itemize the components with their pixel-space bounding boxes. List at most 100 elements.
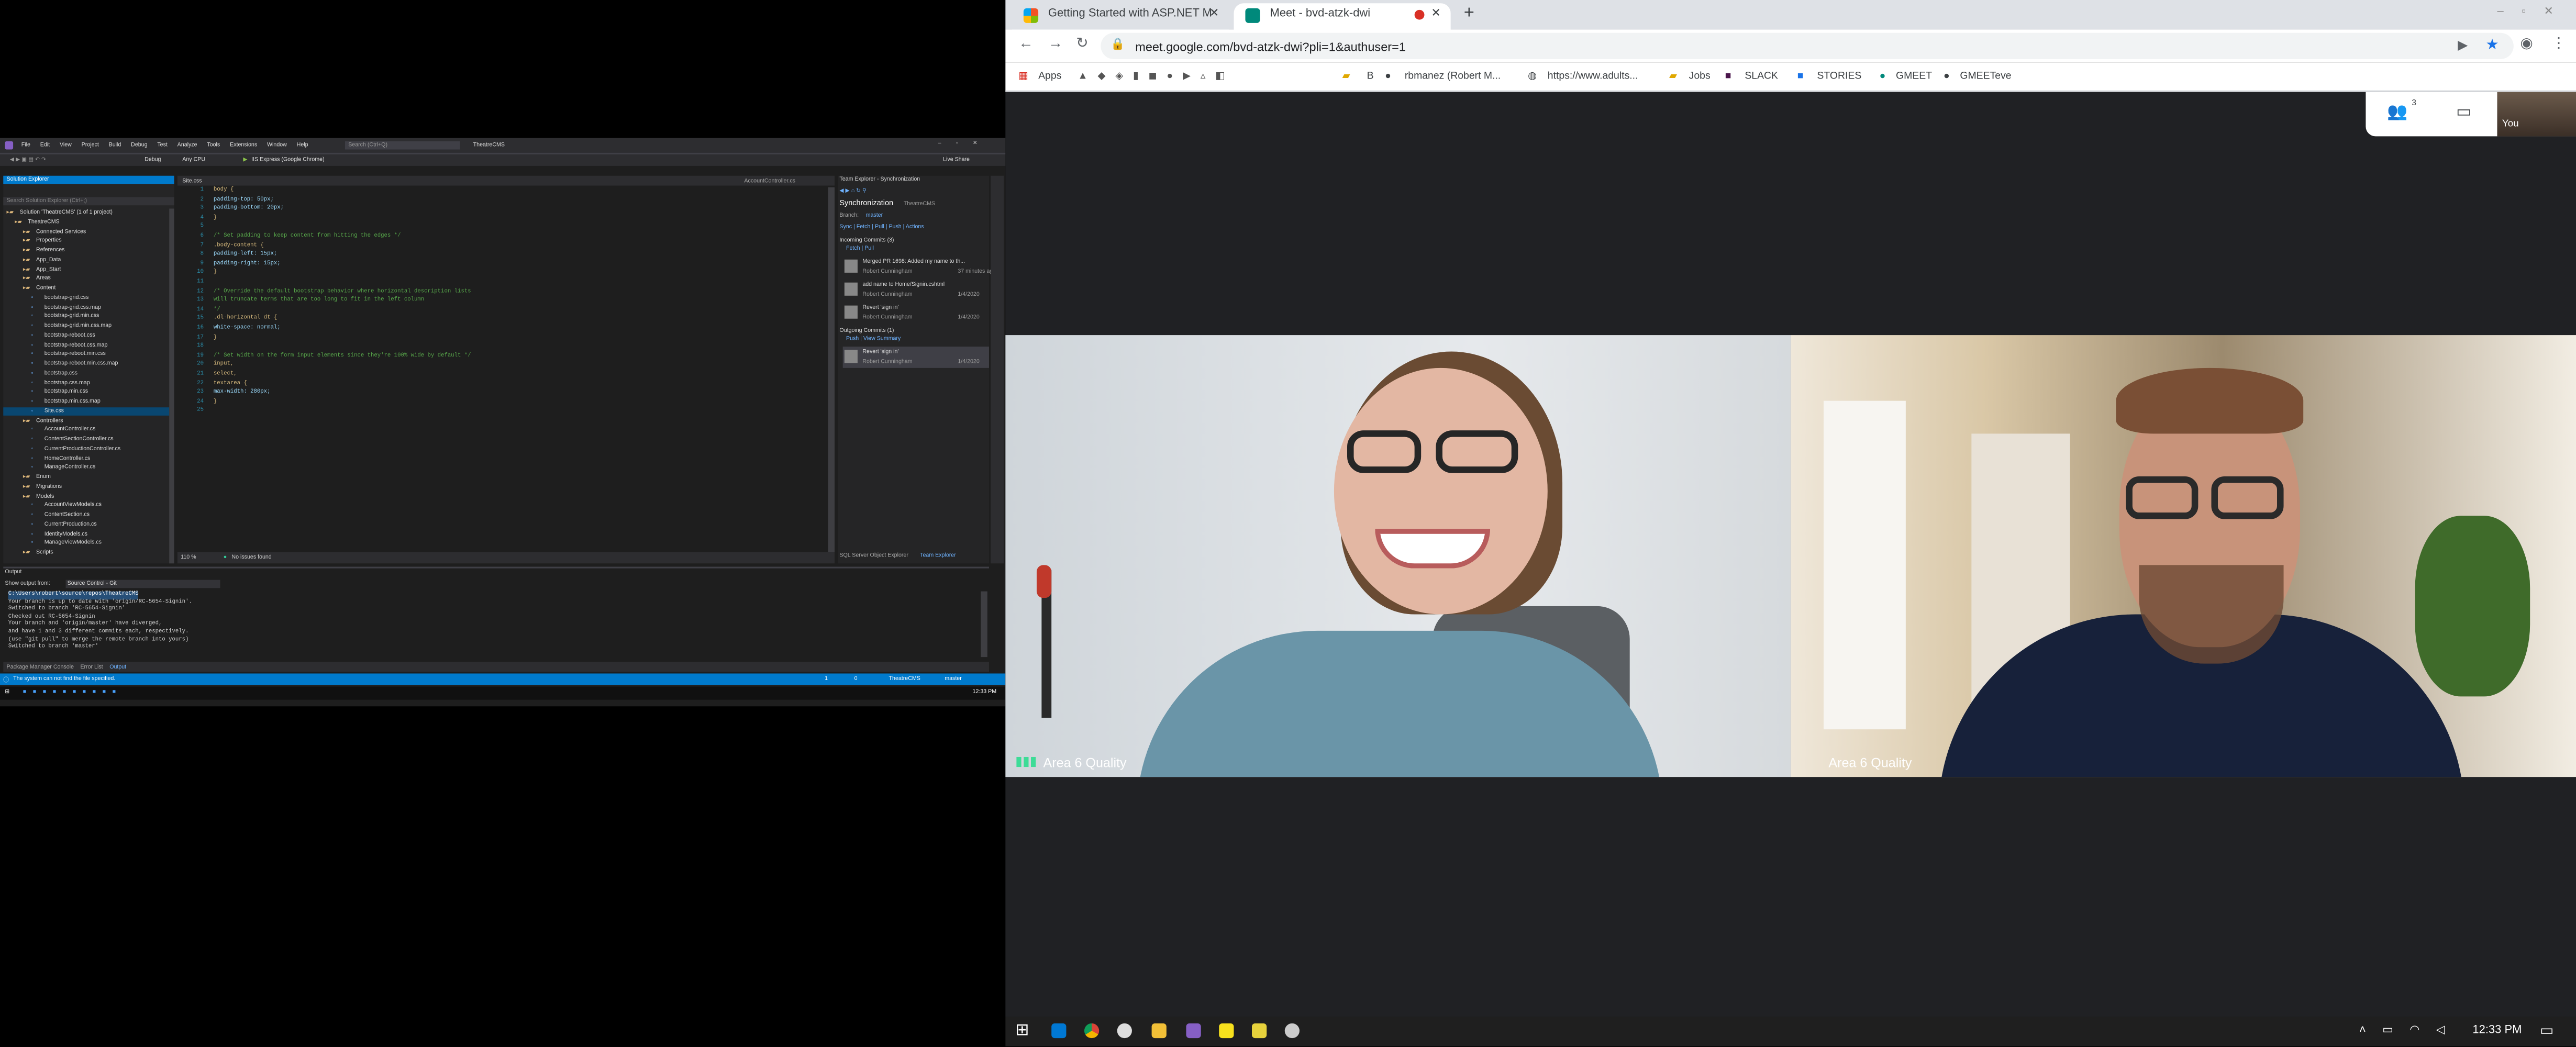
bookmark-b[interactable]: B <box>1367 69 1374 84</box>
bookmark-gmeeteve[interactable]: GMEETeve <box>1960 69 2011 84</box>
bookmark-slack[interactable]: SLACK <box>1745 69 1778 84</box>
tab-site-css[interactable]: Site.css <box>182 177 202 184</box>
back-icon[interactable]: ← <box>1018 35 1033 51</box>
tree-item[interactable]: ▫ bootstrap-reboot.min.css <box>3 350 169 360</box>
window-controls[interactable]: –▫✕ <box>938 140 992 147</box>
tree-item[interactable]: ▫ AccountController.cs <box>3 426 169 435</box>
menu-item[interactable]: Window <box>267 141 287 150</box>
push-count[interactable]: 1 <box>825 675 828 682</box>
tree-item[interactable]: ▸▰ Properties <box>3 237 169 247</box>
tree-item[interactable]: ▫ ManageViewModels.cs <box>3 539 169 549</box>
tab-aspnet[interactable]: Getting Started with ASP.NET M ✕ <box>1012 3 1229 30</box>
tree-item[interactable]: ▫ bootstrap-grid.min.css.map <box>3 322 169 331</box>
bookmark-icons-row[interactable]: ▲◆◈▮◼●▶▵◧ <box>1078 69 1235 84</box>
people-icon[interactable]: 👥 <box>2387 104 2407 122</box>
pinned-apps-icon[interactable]: ■■■■■■■■■■ <box>23 688 123 695</box>
self-view[interactable]: You <box>2497 92 2576 137</box>
tree-item[interactable]: ▫ Site.css <box>3 407 170 416</box>
visual-studio-icon[interactable] <box>1186 1023 1201 1039</box>
tree-item[interactable]: ▫ IdentityModels.cs <box>3 530 169 539</box>
tree-item[interactable]: ▫ bootstrap-reboot.css <box>3 331 169 341</box>
outgoing-commits-header[interactable]: Outgoing Commits (1) <box>839 327 894 333</box>
url-text[interactable]: meet.google.com/bvd-atzk-dwi?pli=1&authu… <box>1135 39 1406 54</box>
window-controls[interactable]: –▫✕ <box>2497 5 2571 18</box>
tree-item[interactable]: ▸▰ Enum <box>3 473 169 483</box>
commit-item[interactable]: add name to Home/Signin.cshtml Robert Cun… <box>843 279 989 300</box>
tab-team-explorer[interactable]: Team Explorer <box>920 552 956 559</box>
tree-item[interactable]: ▫ ContentSection.cs <box>3 511 169 520</box>
solution-search-input[interactable]: Search Solution Explorer (Ctrl+;) <box>3 197 174 206</box>
start-icon[interactable]: ⊞ <box>1015 1022 1029 1040</box>
start-icon[interactable]: ⊞ <box>5 688 9 695</box>
tree-item[interactable]: ▫ bootstrap-grid.min.css <box>3 313 169 322</box>
menu-item[interactable]: Edit <box>40 141 50 150</box>
forward-icon[interactable]: → <box>1048 35 1063 51</box>
notes-icon[interactable] <box>1252 1023 1267 1039</box>
tree-item[interactable]: ▫ CurrentProduction.cs <box>3 520 169 530</box>
live-share-button[interactable]: Live Share <box>943 156 970 163</box>
participant-tile-2[interactable]: Area 6 Quality <box>1791 335 2576 777</box>
tree-item[interactable]: ▫ bootstrap-reboot.min.css.map <box>3 360 169 369</box>
bookmark-star-icon[interactable]: ★ <box>2485 36 2499 54</box>
platform-dropdown[interactable]: Any CPU <box>182 156 205 163</box>
bottom-tab[interactable]: Error List <box>80 662 103 672</box>
outgoing-links[interactable]: Push | View Summary <box>846 335 901 342</box>
tree-item[interactable]: ▸▰ App_Start <box>3 265 169 275</box>
vs-search-box[interactable]: Search (Ctrl+Q) <box>345 141 460 150</box>
code-editor[interactable]: Site.css AccountController.cs 1 body {2 p… <box>177 175 835 564</box>
camera-icon[interactable]: ▶ <box>2458 38 2468 52</box>
participant-tile-1[interactable]: ▮▮▮ Area 6 Quality <box>1005 335 1791 777</box>
apps-grid-icon[interactable]: ▦ <box>1018 69 1028 84</box>
tree-item[interactable]: ▫ HomeController.cs <box>3 454 169 464</box>
output-scrollbar[interactable] <box>981 591 987 658</box>
tree-item[interactable]: ▸▰ Migrations <box>3 483 169 492</box>
bottom-tab[interactable]: Package Manager Console <box>7 662 74 672</box>
branch-link[interactable]: master <box>866 212 883 219</box>
bookmark-rbmanez[interactable]: rbmanez (Robert M... <box>1405 69 1501 84</box>
config-dropdown[interactable]: Debug <box>145 156 161 163</box>
menu-item[interactable]: Debug <box>131 141 147 150</box>
tree-item[interactable]: ▸▰ Areas <box>3 275 169 284</box>
bookmark-stories[interactable]: STORIES <box>1817 69 1861 84</box>
chat-icon[interactable]: ▭ <box>2456 104 2472 122</box>
notification-icon[interactable]: ▭ <box>2540 1022 2554 1040</box>
editor-scrollbar[interactable] <box>828 187 835 552</box>
menu-item[interactable]: Tools <box>207 141 220 150</box>
tree-item[interactable]: ▸▰ Content <box>3 284 169 294</box>
menu-item[interactable]: Test <box>157 141 168 150</box>
snipping-tool-icon[interactable] <box>1284 1023 1300 1039</box>
bookmark-apps[interactable]: Apps <box>1038 69 1061 84</box>
sync-actions[interactable]: Sync | Fetch | Pull | Push | Actions <box>839 224 924 230</box>
file-explorer-icon[interactable] <box>1151 1023 1167 1039</box>
solution-scrollbar[interactable] <box>169 208 174 564</box>
tree-item[interactable]: ▫ ContentSectionController.cs <box>3 436 169 445</box>
close-icon[interactable]: ✕ <box>1209 3 1219 26</box>
incoming-commits-header[interactable]: Incoming Commits (3) <box>839 237 894 243</box>
close-icon[interactable]: ✕ <box>1431 3 1440 26</box>
commit-item[interactable]: Revert 'sign in' Robert Cunningham 1/4/202… <box>842 347 989 368</box>
lock-icon[interactable]: 🔒 <box>1111 38 1125 51</box>
sticky-notes-icon[interactable] <box>1219 1023 1234 1039</box>
tree-item[interactable]: ▸▰ Connected Services <box>3 228 169 237</box>
menu-item[interactable]: Build <box>109 141 121 150</box>
run-target-button[interactable]: IIS Express (Google Chrome) <box>251 156 325 163</box>
new-tab-button[interactable]: + <box>1464 3 1474 23</box>
tab-meet[interactable]: Meet - bvd-atzk-dwi ✕ <box>1234 3 1451 30</box>
tree-item[interactable]: ▫ CurrentProductionController.cs <box>3 445 169 454</box>
menu-icon[interactable]: ⋮ <box>2551 35 2566 53</box>
tab-account-controller[interactable]: AccountController.cs <box>744 177 795 184</box>
commit-item[interactable]: Revert 'sign in' Robert Cunningham 1/4/202… <box>843 302 989 324</box>
tree-item[interactable]: ▫ bootstrap-reboot.css.map <box>3 341 169 350</box>
tree-item[interactable]: ▸▰ Scripts <box>3 549 169 558</box>
repo-name[interactable]: TheatreCMS <box>889 675 920 682</box>
omnibox[interactable]: 🔒 meet.google.com/bvd-atzk-dwi?pli=1&aut… <box>1101 32 2514 59</box>
tree-item[interactable]: ▸▰ Controllers <box>3 416 169 426</box>
branch-indicator[interactable]: master <box>945 675 962 682</box>
team-explorer-nav-icons[interactable]: ◀ ▶ ⌂ ↻ ⚲ <box>839 187 866 194</box>
tree-item[interactable]: ▫ bootstrap.css <box>3 369 169 378</box>
outlook-icon[interactable] <box>1051 1023 1067 1039</box>
tree-item[interactable]: ▸▰ TheatreCMS <box>3 218 169 228</box>
bookmark-jobs[interactable]: Jobs <box>1689 69 1711 84</box>
tree-item[interactable]: ▸▰ References <box>3 247 169 256</box>
incoming-links[interactable]: Fetch | Pull <box>846 245 874 252</box>
